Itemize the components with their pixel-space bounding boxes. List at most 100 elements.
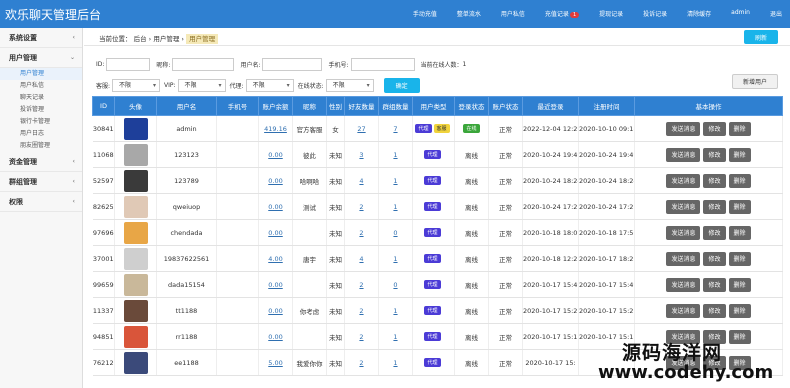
send-message-button[interactable]: 发送消息 [666, 277, 701, 292]
phone-label: 手机号: [328, 62, 349, 69]
topnav-item[interactable]: 手动充值 [403, 9, 437, 18]
refresh-button[interactable]: 刷新 [744, 30, 778, 44]
topnav-item[interactable]: 退出 [760, 9, 782, 18]
topnav-item[interactable]: 投诉记录 [633, 9, 667, 18]
delete-button[interactable]: 删除 [728, 277, 751, 292]
cell-friends[interactable]: 2 [344, 323, 379, 350]
cell-friends[interactable]: 27 [344, 115, 379, 142]
delete-button[interactable]: 删除 [728, 199, 751, 214]
cell-balance[interactable]: 4.00 [258, 245, 293, 272]
cell-account-status: 正常 [488, 245, 523, 272]
edit-button[interactable]: 修改 [703, 303, 726, 318]
cell-balance[interactable]: 0.00 [258, 323, 293, 350]
cell-groups[interactable]: 1 [378, 245, 413, 272]
topnav-item[interactable]: 整单流水 [447, 9, 481, 18]
column-header: 性别 [326, 96, 345, 116]
username-input[interactable] [262, 58, 323, 71]
topnav-item[interactable]: 用户私信 [491, 9, 525, 18]
edit-button[interactable]: 修改 [703, 121, 726, 136]
watermark-url: www.codehy.com [598, 362, 774, 383]
cell-balance[interactable]: 5.00 [258, 349, 293, 376]
sidebar-item[interactable]: 聊天记录 [0, 92, 82, 104]
cell-groups[interactable]: 1 [378, 167, 413, 194]
topnav-item[interactable]: 提现记录 [589, 9, 623, 18]
confirm-button[interactable]: 确定 [383, 78, 420, 93]
send-message-button[interactable]: 发送消息 [666, 173, 701, 188]
cell-friends[interactable]: 2 [344, 297, 379, 324]
cell-friends[interactable]: 2 [344, 219, 379, 246]
sidebar-item[interactable]: 银行卡管理 [0, 116, 82, 128]
edit-button[interactable]: 修改 [703, 277, 726, 292]
send-message-button[interactable]: 发送消息 [666, 199, 701, 214]
sidebar-item[interactable]: 用户管理 [0, 68, 82, 80]
cell-groups[interactable]: 0 [378, 271, 413, 298]
send-message-button[interactable]: 发送消息 [666, 303, 701, 318]
sidebar-group[interactable]: 系统设置 ‹ [0, 28, 82, 48]
sidebar-item[interactable]: 用户日志 [0, 128, 82, 140]
send-message-button[interactable]: 发送消息 [666, 121, 701, 136]
edit-button[interactable]: 修改 [703, 173, 726, 188]
cell-login-status: 离线 [454, 349, 489, 376]
send-message-button[interactable]: 发送消息 [666, 225, 701, 240]
edit-button[interactable]: 修改 [703, 225, 726, 240]
cell-groups[interactable]: 1 [378, 193, 413, 220]
cell-balance[interactable]: 0.00 [258, 219, 293, 246]
topnav-item[interactable]: 充值记录 1 [535, 9, 580, 18]
delete-button[interactable]: 删除 [728, 173, 751, 188]
send-message-button[interactable]: 发送消息 [666, 251, 701, 266]
cell-avatar [114, 349, 157, 376]
breadcrumb-l2[interactable]: 用户管理 [153, 35, 179, 43]
cell-friends[interactable]: 4 [344, 245, 379, 272]
delete-button[interactable]: 删除 [728, 303, 751, 318]
sidebar-item[interactable]: 朋友圈管理 [0, 140, 82, 152]
cell-phone [216, 167, 259, 194]
cell-balance[interactable]: 0.00 [258, 271, 293, 298]
cell-balance[interactable]: 0.00 [258, 193, 293, 220]
cell-reg-time: 2020-10-17 15:21 [578, 297, 635, 324]
cell-friends[interactable]: 2 [344, 349, 379, 376]
cell-groups[interactable]: 1 [378, 297, 413, 324]
topnav-label: 退出 [769, 11, 782, 18]
id-input[interactable] [106, 58, 151, 71]
cell-groups[interactable]: 1 [378, 323, 413, 350]
cell-account-status: 正常 [488, 167, 523, 194]
breadcrumb-l1[interactable]: 后台 [134, 35, 147, 43]
cell-balance[interactable]: 0.00 [258, 297, 293, 324]
cell-groups[interactable]: 1 [378, 349, 413, 376]
cell-balance[interactable]: 0.00 [258, 141, 293, 168]
sidebar-item[interactable]: 用户私信 [0, 80, 82, 92]
cell-balance[interactable]: 419.16 [258, 115, 293, 142]
agent-select[interactable]: 不限 [245, 79, 294, 92]
edit-button[interactable]: 修改 [703, 147, 726, 162]
cell-friends[interactable]: 4 [344, 167, 379, 194]
anchor-select[interactable]: 不限 [112, 79, 161, 92]
add-user-button[interactable]: 新增用户 [732, 74, 778, 89]
status-select[interactable]: 不限 [325, 79, 374, 92]
sidebar-group[interactable]: 用户管理 ⌄ [0, 48, 82, 68]
cell-friends[interactable]: 3 [344, 141, 379, 168]
delete-button[interactable]: 删除 [728, 147, 751, 162]
send-message-button[interactable]: 发送消息 [666, 147, 701, 162]
delete-button[interactable]: 删除 [728, 329, 751, 344]
sidebar-group[interactable]: 群组管理 ‹ [0, 172, 82, 192]
cell-friends[interactable]: 2 [344, 271, 379, 298]
edit-button[interactable]: 修改 [703, 199, 726, 214]
phone-input[interactable] [350, 58, 415, 71]
cell-groups[interactable]: 0 [378, 219, 413, 246]
topnav-item[interactable]: admin [721, 9, 750, 18]
sidebar-group[interactable]: 权限 ‹ [0, 192, 82, 212]
cell-friends[interactable]: 2 [344, 193, 379, 220]
edit-button[interactable]: 修改 [703, 251, 726, 266]
topnav-item[interactable]: 清除缓存 [677, 9, 711, 18]
sidebar-item[interactable]: 投诉管理 [0, 104, 82, 116]
cell-groups[interactable]: 7 [378, 115, 413, 142]
delete-button[interactable]: 删除 [728, 225, 751, 240]
cell-phone [216, 115, 259, 142]
cell-groups[interactable]: 1 [378, 141, 413, 168]
nickname-input[interactable] [172, 58, 235, 71]
vip-select[interactable]: 不限 [177, 79, 226, 92]
delete-button[interactable]: 删除 [728, 251, 751, 266]
cell-balance[interactable]: 0.00 [258, 167, 293, 194]
delete-button[interactable]: 删除 [728, 121, 751, 136]
sidebar-group[interactable]: 资金管理 ‹ [0, 152, 82, 172]
